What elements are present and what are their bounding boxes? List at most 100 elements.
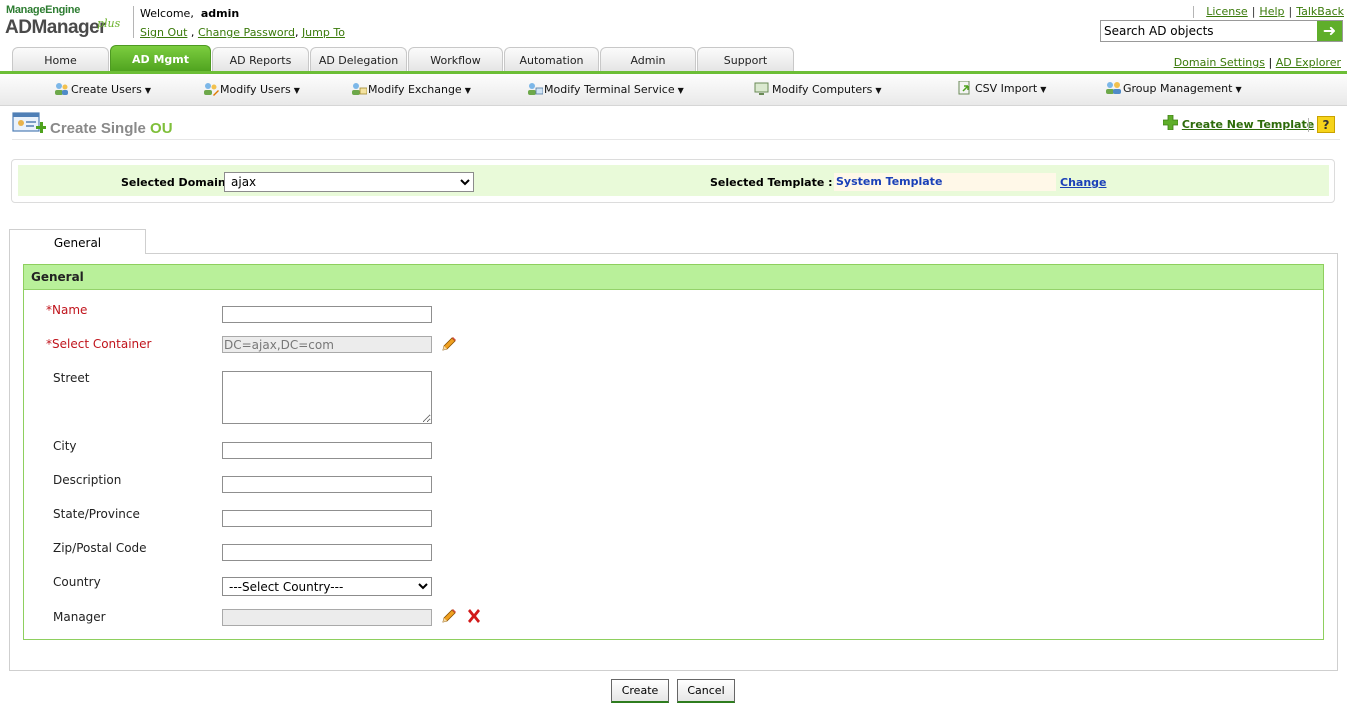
container-input[interactable]: DC=ajax,DC=com xyxy=(222,336,432,353)
tab-general[interactable]: General xyxy=(9,229,146,254)
brand-top: ManageEngine xyxy=(6,4,81,16)
arrow-right-icon: ➜ xyxy=(1322,21,1337,40)
street-input[interactable] xyxy=(222,371,432,424)
zip-label: Zip/Postal Code xyxy=(53,541,147,555)
menu-modify-computers[interactable]: Modify Computers ▼ xyxy=(754,82,882,96)
license-link[interactable]: License xyxy=(1206,5,1247,18)
page-title-prefix: Create Single xyxy=(50,120,146,137)
tab-ad-reports[interactable]: AD Reports xyxy=(212,47,309,72)
country-select[interactable]: ---Select Country--- xyxy=(222,577,432,596)
page-title-highlight: OU xyxy=(150,120,173,137)
edit-manager-icon[interactable] xyxy=(441,608,457,624)
state-input[interactable] xyxy=(222,510,432,527)
menu-modify-users[interactable]: Modify Users ▼ xyxy=(202,82,300,96)
name-label-text: Name xyxy=(52,303,88,317)
users-create-icon xyxy=(55,83,68,95)
description-label: Description xyxy=(53,473,122,487)
brand-logo: ADManager xyxy=(5,17,107,38)
tab-ad-delegation[interactable]: AD Delegation xyxy=(310,47,407,72)
csv-import-icon xyxy=(958,81,970,95)
menu-group-management[interactable]: Group Management ▼ xyxy=(1105,81,1242,95)
tab-home[interactable]: Home xyxy=(12,47,109,72)
street-label: Street xyxy=(53,371,90,385)
caret-down-icon: ▼ xyxy=(677,86,684,95)
title-divider xyxy=(12,139,1340,140)
change-password-link[interactable]: Change Password xyxy=(198,26,295,39)
menu-label: Create Users xyxy=(71,83,142,96)
caret-down-icon: ▼ xyxy=(1040,85,1047,94)
caret-down-icon: ▼ xyxy=(293,86,300,95)
admanager-app: ManageEngine ADManager plus Welcome, adm… xyxy=(0,0,1347,708)
name-label: *Name xyxy=(46,303,87,317)
brand-plus: plus xyxy=(97,17,121,30)
user-links: Sign Out , Change Password, Jump To xyxy=(140,26,345,39)
general-section xyxy=(23,264,1324,640)
top-links: License | Help | TalkBack xyxy=(1206,5,1344,18)
menu-csv-import[interactable]: CSV Import ▼ xyxy=(957,81,1046,95)
create-new-template[interactable]: Create New Template xyxy=(1162,114,1314,133)
menu-label: Group Management xyxy=(1123,82,1233,95)
tab-workflow[interactable]: Workflow xyxy=(408,47,503,72)
menu-modify-terminal-service[interactable]: Modify Terminal Service ▼ xyxy=(526,82,684,96)
tab-automation[interactable]: Automation xyxy=(504,47,599,72)
menu-label: Modify Users xyxy=(220,83,291,96)
jump-to-link[interactable]: Jump To xyxy=(302,26,345,39)
ad-explorer-link[interactable]: AD Explorer xyxy=(1276,56,1341,69)
tab-admin[interactable]: Admin xyxy=(600,47,696,72)
selected-template-label: Selected Template : xyxy=(710,176,833,189)
help-icon[interactable]: ? xyxy=(1317,116,1335,133)
menu-label: Modify Terminal Service xyxy=(544,83,675,96)
caret-down-icon: ▼ xyxy=(464,86,471,95)
header-divider xyxy=(133,6,134,38)
caret-down-icon: ▼ xyxy=(144,86,152,95)
menu-label: Modify Exchange xyxy=(368,83,462,96)
menu-label: Modify Computers xyxy=(772,83,873,96)
welcome-text: Welcome, admin xyxy=(140,7,239,20)
cancel-button[interactable]: Cancel xyxy=(677,679,735,703)
talkback-link[interactable]: TalkBack xyxy=(1296,5,1344,18)
username: admin xyxy=(200,7,240,20)
city-input[interactable] xyxy=(222,442,432,459)
manager-input[interactable] xyxy=(222,609,432,626)
name-input[interactable] xyxy=(222,306,432,323)
search-input[interactable] xyxy=(1101,21,1315,41)
plus-icon xyxy=(1162,114,1179,133)
container-label: *Select Container xyxy=(46,337,151,351)
tab-ad-mgmt[interactable]: AD Mgmt xyxy=(110,45,211,72)
computer-icon xyxy=(754,82,769,95)
change-template-link[interactable]: Change xyxy=(1060,176,1107,189)
welcome-prefix: Welcome, xyxy=(140,7,194,20)
create-button[interactable]: Create xyxy=(611,679,669,703)
links-divider xyxy=(1193,6,1194,18)
city-label: City xyxy=(53,439,77,453)
help-divider xyxy=(1308,118,1309,132)
country-label: Country xyxy=(53,575,101,589)
create-ou-icon xyxy=(12,112,46,133)
help-link[interactable]: Help xyxy=(1259,5,1284,18)
manager-label: Manager xyxy=(53,610,106,624)
create-new-template-link[interactable]: Create New Template xyxy=(1182,118,1314,131)
caret-down-icon: ▼ xyxy=(1235,85,1242,94)
selected-template-value: System Template xyxy=(834,173,1056,191)
zip-input[interactable] xyxy=(222,544,432,561)
domain-select[interactable]: ajax xyxy=(224,172,474,192)
section-header: General xyxy=(24,265,1323,290)
sign-out-link[interactable]: Sign Out xyxy=(140,26,187,39)
container-label-text: Select Container xyxy=(52,337,152,351)
exchange-icon xyxy=(352,83,367,95)
terminal-service-icon xyxy=(528,83,543,95)
search-go-button[interactable]: ➜ xyxy=(1317,21,1342,41)
submenu-bar: Create Users ▼ Modify Users ▼ Modify Excha… xyxy=(0,74,1347,106)
description-input[interactable] xyxy=(222,476,432,493)
menu-modify-exchange[interactable]: Modify Exchange ▼ xyxy=(350,82,471,96)
tab-support[interactable]: Support xyxy=(697,47,794,72)
edit-container-icon[interactable] xyxy=(441,336,457,352)
menu-create-users[interactable]: Create Users ▼ xyxy=(53,82,151,96)
selected-domain-label: Selected Domain: xyxy=(121,176,231,189)
clear-manager-icon[interactable] xyxy=(466,608,482,624)
group-icon xyxy=(1106,82,1121,94)
domain-settings-link[interactable]: Domain Settings xyxy=(1174,56,1265,69)
menu-label: CSV Import xyxy=(975,82,1038,95)
users-modify-icon xyxy=(204,83,219,96)
search-box: ➜ xyxy=(1100,20,1343,42)
